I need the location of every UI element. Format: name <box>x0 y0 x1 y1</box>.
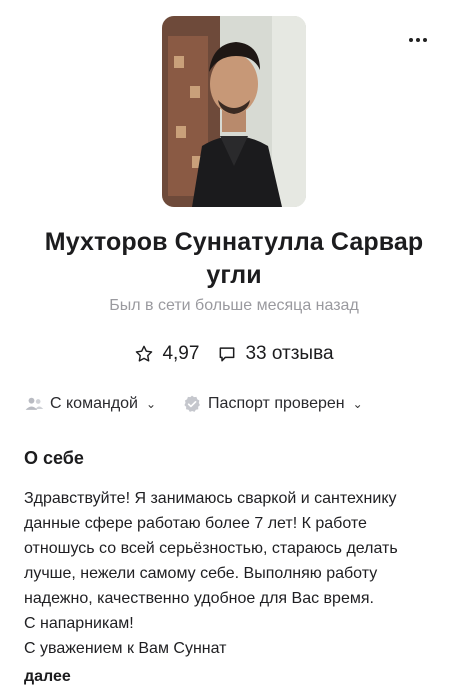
rating-value: 4,97 <box>162 343 200 364</box>
more-options-button[interactable] <box>404 28 432 52</box>
profile-chips: С командой ⌄ Паспорт проверен ⌄ <box>24 394 468 414</box>
more-dot <box>416 38 420 42</box>
about-text: Здравствуйте! Я занимаюсь сваркой и сант… <box>24 490 398 657</box>
speech-bubble-icon <box>220 347 235 362</box>
passport-chip[interactable]: Паспорт проверен ⌄ <box>182 394 363 414</box>
avatar <box>162 16 306 207</box>
verified-badge-icon <box>184 395 200 412</box>
team-chip[interactable]: С командой ⌄ <box>24 395 156 413</box>
profile-photo[interactable] <box>162 16 306 207</box>
chevron-down-icon: ⌄ <box>352 397 363 411</box>
people-icon <box>25 397 44 410</box>
reviews-stat[interactable]: 33 отзыва <box>217 343 334 365</box>
chevron-down-icon: ⌄ <box>145 397 157 411</box>
more-dot <box>409 38 413 42</box>
more-dot <box>423 38 427 42</box>
star-icon <box>136 345 153 362</box>
about-title: О себе <box>24 448 84 468</box>
passport-chip-label: Паспорт проверен <box>208 395 345 412</box>
team-chip-label: С командой <box>50 395 138 412</box>
reviews-count: 33 отзыва <box>245 343 334 364</box>
last-seen-status: Был в сети больше месяца назад <box>109 297 359 314</box>
profile-name: Мухторов Суннатулла Сарвар угли <box>44 228 424 289</box>
rating-stat[interactable]: 4,97 <box>134 343 199 365</box>
profile-stats: 4,97 33 отзыва <box>0 343 468 365</box>
read-more-link[interactable]: далее <box>24 668 71 686</box>
